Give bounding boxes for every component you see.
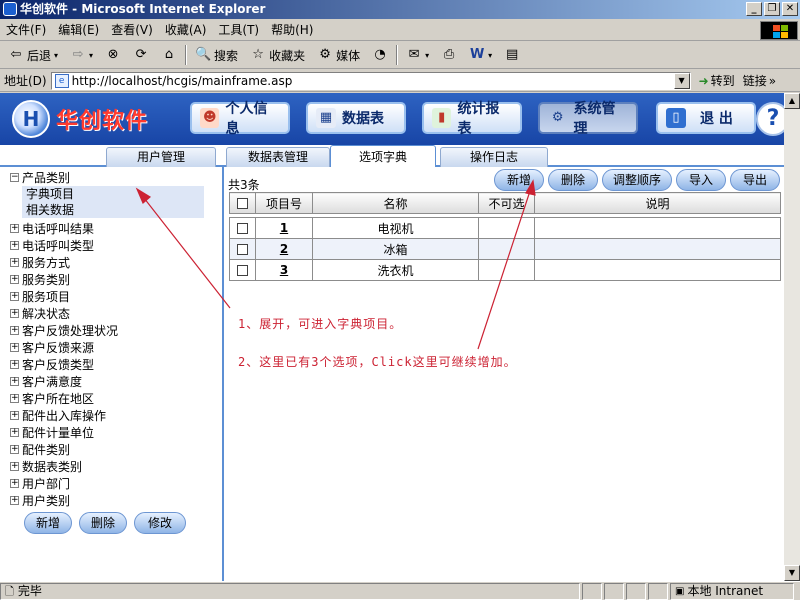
history-icon: ◔ bbox=[374, 47, 386, 62]
title-bar: 华创软件 - Microsoft Internet Explorer _ ❐ ✕ bbox=[0, 0, 800, 19]
edit-button[interactable]: W ▾ bbox=[465, 44, 496, 66]
menu-file[interactable]: 文件(F) bbox=[0, 20, 52, 40]
favorites-button[interactable]: ☆ 收藏夹 bbox=[246, 44, 309, 66]
annotation-1: 1、展开，可进入字典项目。 bbox=[238, 317, 403, 331]
search-button[interactable]: 🔍 搜索 bbox=[191, 44, 242, 66]
media-icon: ⚙ bbox=[319, 47, 331, 62]
page-icon: e bbox=[54, 73, 69, 88]
print-icon: ⎙ bbox=[443, 47, 455, 62]
scroll-up-icon[interactable]: ▲ bbox=[784, 93, 800, 109]
annotation-arrowhead-2 bbox=[525, 179, 536, 196]
go-label: 转到 bbox=[710, 74, 735, 88]
minimize-button[interactable]: _ bbox=[746, 2, 762, 16]
search-icon: 🔍 bbox=[195, 47, 212, 62]
go-arrow-icon: ➜ bbox=[698, 73, 709, 88]
close-button[interactable]: ✕ bbox=[782, 2, 798, 16]
toolbar-separator bbox=[185, 45, 188, 65]
favorites-icon: ☆ bbox=[252, 47, 264, 62]
links-chevron-icon: » bbox=[768, 74, 777, 88]
browser-toolbar: ⇦ 后退 ▾ ⇨ ▾ ⊗ ⟳ ⌂ 🔍 搜索 ☆ 收藏夹 ⚙ 媒体 ◔ ✉ ▾ ⎙ W ▾ ▤ bbox=[0, 42, 800, 69]
media-button[interactable]: ⚙ 媒体 bbox=[313, 44, 364, 66]
status-cell bbox=[604, 582, 624, 600]
scroll-down-icon[interactable]: ▼ bbox=[784, 565, 800, 581]
links-button[interactable]: 链接» bbox=[743, 72, 776, 89]
links-label: 链接 bbox=[742, 74, 767, 88]
zone-cell: ▣ 本地 Intranet bbox=[670, 582, 794, 600]
home-icon: ⌂ bbox=[164, 47, 174, 62]
home-button[interactable]: ⌂ bbox=[157, 44, 181, 66]
discuss-button[interactable]: ▤ bbox=[500, 44, 524, 66]
stop-icon: ⊗ bbox=[107, 47, 119, 62]
zone-text: 本地 Intranet bbox=[687, 583, 764, 598]
page-viewport: 华创软件 ☻个人信息 ▦数据表 ▮统计报表 ⚙系统管理 ▯退 出 ? 用户管理 … bbox=[0, 93, 784, 581]
status-text-cell: 🗋 完毕 bbox=[0, 582, 580, 600]
annotation-arrows bbox=[135, 179, 536, 350]
annotation-arrowhead-1 bbox=[135, 187, 152, 204]
history-button[interactable]: ◔ bbox=[368, 44, 392, 66]
refresh-button[interactable]: ⟳ bbox=[129, 44, 153, 66]
vertical-scrollbar[interactable]: ▲ ▼ bbox=[784, 93, 800, 581]
maximize-button[interactable]: ❐ bbox=[764, 2, 780, 16]
favorites-label: 收藏夹 bbox=[269, 48, 306, 63]
forward-arrow-icon: ⇨ bbox=[72, 47, 84, 62]
address-input[interactable]: e http://localhost/hcgis/mainframe.asp ▼ bbox=[50, 71, 691, 90]
media-label: 媒体 bbox=[336, 48, 361, 63]
address-label: 地址(D) bbox=[4, 74, 47, 88]
mail-button[interactable]: ✉ ▾ bbox=[402, 44, 433, 66]
menu-bar: 文件(F) 编辑(E) 查看(V) 收藏(A) 工具(T) 帮助(H) bbox=[0, 20, 800, 41]
word-icon: W bbox=[469, 47, 485, 62]
discuss-icon: ▤ bbox=[505, 47, 519, 62]
annotation-arrow-1 bbox=[143, 197, 231, 309]
address-dropdown-icon[interactable]: ▼ bbox=[673, 72, 690, 89]
browser-window: 华创软件 - Microsoft Internet Explorer _ ❐ ✕… bbox=[0, 0, 800, 600]
menu-favorites[interactable]: 收藏(A) bbox=[159, 20, 213, 40]
status-cell bbox=[626, 582, 646, 600]
intranet-icon: ▣ bbox=[675, 585, 685, 597]
mail-icon: ✉ bbox=[408, 47, 420, 62]
status-cell bbox=[582, 582, 602, 600]
toolbar-separator bbox=[396, 45, 399, 65]
windows-logo-icon bbox=[760, 21, 798, 40]
refresh-icon: ⟳ bbox=[135, 47, 147, 62]
status-text: 完毕 bbox=[17, 583, 42, 598]
address-bar: 地址(D) e http://localhost/hcgis/mainframe… bbox=[0, 70, 800, 92]
print-button[interactable]: ⎙ bbox=[437, 44, 461, 66]
go-button[interactable]: ➜ 转到 bbox=[699, 72, 735, 89]
back-arrow-icon: ⇦ bbox=[10, 47, 22, 62]
status-bar: 🗋 完毕 ▣ 本地 Intranet bbox=[0, 581, 800, 600]
page-done-icon: 🗋 bbox=[5, 584, 14, 598]
annotation-arrow-2 bbox=[477, 190, 531, 350]
back-label: 后退 bbox=[27, 48, 52, 63]
search-label: 搜索 bbox=[214, 48, 239, 63]
status-cell bbox=[648, 582, 668, 600]
stop-button[interactable]: ⊗ bbox=[101, 44, 125, 66]
menu-help[interactable]: 帮助(H) bbox=[265, 20, 319, 40]
window-title: 华创软件 - Microsoft Internet Explorer bbox=[20, 2, 266, 16]
menu-tools[interactable]: 工具(T) bbox=[212, 20, 265, 40]
menu-edit[interactable]: 编辑(E) bbox=[52, 20, 105, 40]
address-url: http://localhost/hcgis/mainframe.asp bbox=[71, 73, 293, 88]
forward-button[interactable]: ⇨ ▾ bbox=[66, 44, 97, 66]
ie-icon bbox=[3, 2, 17, 16]
back-button[interactable]: ⇦ 后退 ▾ bbox=[4, 44, 62, 66]
menu-view[interactable]: 查看(V) bbox=[105, 20, 159, 40]
annotation-2: 2、这里已有3个选项，Click这里可继续增加。 bbox=[238, 355, 517, 369]
